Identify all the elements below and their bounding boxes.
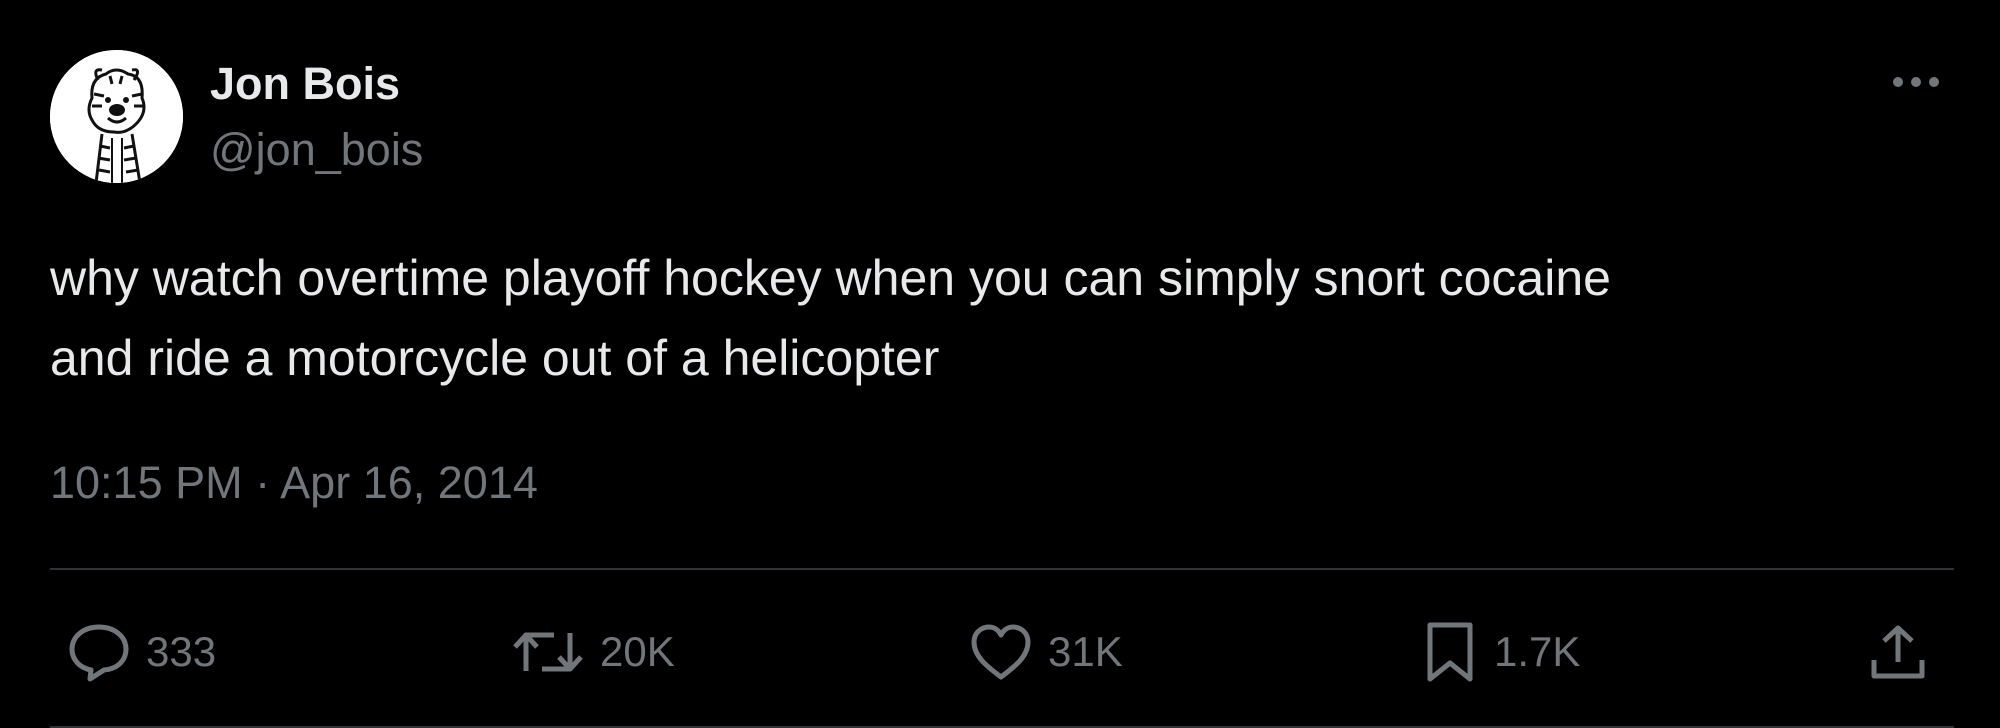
tweet-card: Jon Bois @jon_bois why watch overtime pl… [0, 0, 2000, 728]
tweet-text: why watch overtime playoff hockey when y… [50, 250, 1611, 386]
retweet-button[interactable]: 20K [510, 612, 675, 692]
calvin-and-hobbes-tiger-avatar-icon [50, 50, 183, 183]
divider [50, 568, 1954, 570]
tweet-time-link[interactable]: 10:15 PM [50, 457, 243, 508]
reply-button[interactable]: 333 [66, 612, 216, 692]
like-button[interactable]: 31K [968, 612, 1123, 692]
heart-icon [971, 624, 1031, 680]
user-handle[interactable]: @jon_bois [210, 122, 423, 178]
bookmark-button[interactable]: 1.7K [1420, 612, 1580, 692]
timestamp-separator: · [255, 457, 271, 508]
share-button[interactable] [1866, 612, 1930, 692]
tweet-author: Jon Bois @jon_bois [210, 56, 423, 178]
share-icon [1871, 625, 1925, 679]
reply-count: 333 [146, 628, 217, 675]
avatar[interactable] [50, 50, 183, 183]
like-count: 31K [1048, 628, 1123, 675]
reply-icon [69, 624, 129, 682]
bookmark-count: 1.7K [1494, 628, 1581, 675]
tweet-date-link[interactable]: Apr 16, 2014 [280, 457, 538, 508]
retweet-icon [513, 632, 583, 672]
more-options-button[interactable] [1886, 60, 1946, 104]
bookmark-icon [1427, 622, 1473, 682]
display-name[interactable]: Jon Bois [210, 56, 423, 112]
retweet-count: 20K [600, 628, 675, 675]
tweet-timestamp: 10:15 PM · Apr 16, 2014 [50, 455, 538, 511]
more-horizontal-icon [1893, 77, 1939, 87]
